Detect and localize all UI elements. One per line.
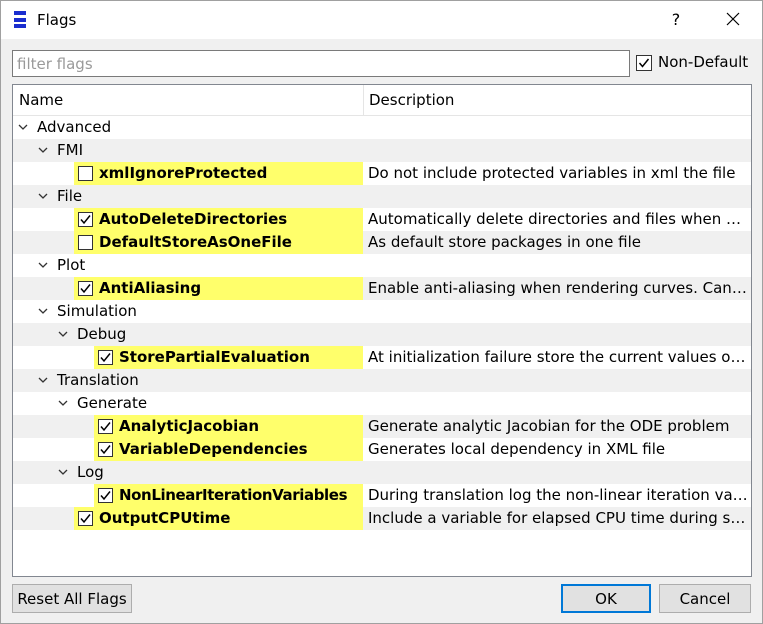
flag-row-storepartialevaluation[interactable]: StorePartialEvaluation At initialization… xyxy=(13,346,751,369)
chevron-down-icon[interactable] xyxy=(58,398,68,408)
tree-group-file[interactable]: File xyxy=(13,185,751,208)
tree-group-plot[interactable]: Plot xyxy=(13,254,751,277)
tree-group-translation[interactable]: Translation xyxy=(13,369,751,392)
chevron-down-icon[interactable] xyxy=(38,306,48,316)
flag-checkbox[interactable] xyxy=(98,442,113,457)
flag-row-variabledependencies[interactable]: VariableDependencies Generates local dep… xyxy=(13,438,751,461)
flag-description: At initialization failure store the curr… xyxy=(368,348,748,366)
flag-description: During translation log the non-linear it… xyxy=(368,486,748,504)
tree-group-label: File xyxy=(57,187,83,205)
column-header-description[interactable]: Description xyxy=(363,85,454,116)
flag-checkbox[interactable] xyxy=(98,350,113,365)
title-bar: Flags ? xyxy=(1,1,762,39)
app-icon xyxy=(14,11,26,28)
flag-checkbox[interactable] xyxy=(78,511,93,526)
flag-description: Automatically delete directories and fil… xyxy=(368,210,748,228)
flag-description: Enable anti-aliasing when rendering curv… xyxy=(368,279,748,297)
chevron-down-icon[interactable] xyxy=(38,191,48,201)
flag-name: StorePartialEvaluation xyxy=(119,348,310,366)
flag-name-cell: StorePartialEvaluation xyxy=(94,346,363,369)
flag-name: NonLinearIterationVariables xyxy=(119,486,348,504)
chevron-down-icon[interactable] xyxy=(18,122,28,132)
flag-name: AnalyticJacobian xyxy=(119,417,260,435)
tree-group-fmi[interactable]: FMI xyxy=(13,139,751,162)
checkmark-icon xyxy=(100,422,111,432)
checkmark-icon xyxy=(100,353,111,363)
flag-name: AntiAliasing xyxy=(99,279,202,297)
flag-row-defaultstoreasonefile[interactable]: DefaultStoreAsOneFile As default store p… xyxy=(13,231,751,254)
tree-group-label: Advanced xyxy=(37,118,112,136)
tree-group-label: Simulation xyxy=(57,302,137,320)
tree-group-advanced[interactable]: Advanced xyxy=(13,116,751,139)
flag-row-xmlignoreprotected[interactable]: xmlIgnoreProtected Do not include protec… xyxy=(13,162,751,185)
cancel-button[interactable]: Cancel xyxy=(659,584,751,613)
tree-group-label: Log xyxy=(77,463,104,481)
flag-checkbox[interactable] xyxy=(78,166,93,181)
tree-header: Name Description xyxy=(13,85,751,116)
tree-group-log[interactable]: Log xyxy=(13,461,751,484)
flag-checkbox[interactable] xyxy=(98,419,113,434)
flag-row-analyticjacobian[interactable]: AnalyticJacobian Generate analytic Jacob… xyxy=(13,415,751,438)
chevron-down-icon[interactable] xyxy=(38,260,48,270)
checkmark-icon xyxy=(80,284,91,294)
tree-group-label: Translation xyxy=(57,371,139,389)
flag-name-cell: OutputCPUtime xyxy=(74,507,363,530)
window-title: Flags xyxy=(37,11,77,29)
checkmark-icon xyxy=(80,514,91,524)
chevron-down-icon[interactable] xyxy=(58,467,68,477)
flag-name-cell: NonLinearIterationVariables xyxy=(94,484,363,507)
tree-group-label: Debug xyxy=(77,325,127,343)
checkmark-icon xyxy=(80,215,91,225)
tree-group-simulation[interactable]: Simulation xyxy=(13,300,751,323)
flag-description: As default store packages in one file xyxy=(368,233,641,251)
column-header-name[interactable]: Name xyxy=(13,85,63,116)
flag-name-cell: AutoDeleteDirectories xyxy=(74,208,363,231)
flag-name-cell: AntiAliasing xyxy=(74,277,363,300)
chevron-down-icon[interactable] xyxy=(58,329,68,339)
flag-name-cell: VariableDependencies xyxy=(94,438,363,461)
flag-name: xmlIgnoreProtected xyxy=(99,164,268,182)
non-default-label: Non-Default xyxy=(658,53,749,71)
flag-row-antialiasing[interactable]: AntiAliasing Enable anti-aliasing when r… xyxy=(13,277,751,300)
flag-description: Include a variable for elapsed CPU time … xyxy=(368,509,748,527)
tree-group-label: Generate xyxy=(77,394,148,412)
flag-name: DefaultStoreAsOneFile xyxy=(99,233,292,251)
flag-name-cell: DefaultStoreAsOneFile xyxy=(74,231,363,254)
flag-row-nonlineariterationvariables[interactable]: NonLinearIterationVariables During trans… xyxy=(13,484,751,507)
flags-tree: Name Description Advanced FMI xmlIgnoreP… xyxy=(12,84,752,577)
tree-group-generate[interactable]: Generate xyxy=(13,392,751,415)
flag-checkbox[interactable] xyxy=(98,488,113,503)
flag-row-outputcputime[interactable]: OutputCPUtime Include a variable for ela… xyxy=(13,507,751,530)
flag-description: Generates local dependency in XML file xyxy=(368,440,666,458)
checkmark-icon xyxy=(100,491,111,501)
reset-all-flags-button[interactable]: Reset All Flags xyxy=(12,584,132,613)
filter-flags-input[interactable] xyxy=(12,50,630,77)
flag-checkbox[interactable] xyxy=(78,212,93,227)
flag-name-cell: AnalyticJacobian xyxy=(94,415,363,438)
tree-group-label: Plot xyxy=(57,256,86,274)
checkmark-icon xyxy=(638,58,650,68)
chevron-down-icon[interactable] xyxy=(38,145,48,155)
flag-description: Generate analytic Jacobian for the ODE p… xyxy=(368,417,730,435)
close-icon xyxy=(726,12,740,26)
checkmark-icon xyxy=(100,445,111,455)
close-button[interactable] xyxy=(719,7,747,33)
flag-name: VariableDependencies xyxy=(119,440,308,458)
flag-checkbox[interactable] xyxy=(78,235,93,250)
ok-button[interactable]: OK xyxy=(561,584,651,613)
chevron-down-icon[interactable] xyxy=(38,375,48,385)
non-default-checkbox[interactable] xyxy=(636,55,652,71)
flags-dialog: Flags ? Non-Default Name Description Adv… xyxy=(0,0,763,624)
tree-group-debug[interactable]: Debug xyxy=(13,323,751,346)
flag-checkbox[interactable] xyxy=(78,281,93,296)
tree-group-label: FMI xyxy=(57,141,83,159)
flag-name-cell: xmlIgnoreProtected xyxy=(74,162,363,185)
flag-description: Do not include protected variables in xm… xyxy=(368,164,736,182)
help-button[interactable]: ? xyxy=(665,9,687,31)
flag-name: AutoDeleteDirectories xyxy=(99,210,288,228)
flag-name: OutputCPUtime xyxy=(99,509,231,527)
flag-row-autodeletedirectories[interactable]: AutoDeleteDirectories Automatically dele… xyxy=(13,208,751,231)
